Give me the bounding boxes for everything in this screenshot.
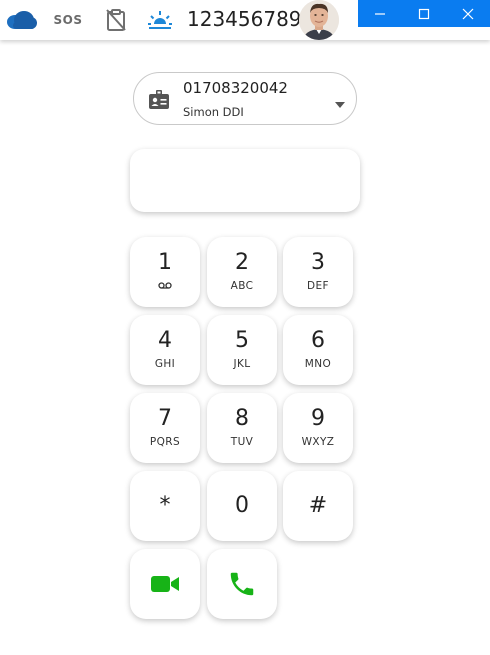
ddi-name: Simon DDI bbox=[183, 105, 244, 119]
key-3[interactable]: 3 DEF bbox=[283, 237, 353, 307]
key-2[interactable]: 2 ABC bbox=[207, 237, 277, 307]
ddi-number: 01708320042 bbox=[183, 79, 288, 97]
key-digit: 4 bbox=[158, 328, 172, 353]
key-digit: 7 bbox=[158, 406, 172, 431]
maximize-button[interactable] bbox=[402, 0, 446, 27]
chevron-down-icon bbox=[334, 96, 346, 114]
key-hash[interactable]: # bbox=[283, 471, 353, 541]
key-digit: 2 bbox=[235, 250, 249, 275]
window-controls bbox=[358, 0, 490, 27]
key-letters: MNO bbox=[304, 358, 332, 370]
close-icon bbox=[462, 8, 474, 19]
key-digit: 3 bbox=[311, 250, 325, 275]
key-digit: 8 bbox=[235, 406, 249, 431]
key-9[interactable]: 9 WXYZ bbox=[283, 393, 353, 463]
key-letters: GHI bbox=[154, 358, 176, 370]
key-star[interactable]: * bbox=[130, 471, 200, 541]
sos-label: SOS bbox=[53, 13, 83, 27]
key-6[interactable]: 6 MNO bbox=[283, 315, 353, 385]
key-letters: JKL bbox=[233, 358, 251, 370]
close-button[interactable] bbox=[446, 0, 490, 27]
cloud-icon[interactable] bbox=[4, 6, 38, 34]
extension-number: 123456789 bbox=[187, 7, 302, 31]
clipboard-off-icon[interactable] bbox=[104, 6, 128, 34]
key-digit: 5 bbox=[235, 328, 249, 353]
key-letters: ABC bbox=[230, 280, 254, 292]
avatar[interactable] bbox=[299, 0, 339, 40]
key-7[interactable]: 7 PQRS bbox=[130, 393, 200, 463]
key-digit: 1 bbox=[158, 250, 172, 275]
key-letters: WXYZ bbox=[301, 436, 335, 448]
minimize-icon bbox=[375, 12, 385, 15]
key-digit: * bbox=[159, 493, 171, 518]
key-digit: 0 bbox=[235, 493, 249, 518]
key-0[interactable]: 0 bbox=[207, 471, 277, 541]
phone-icon bbox=[230, 572, 254, 596]
key-4[interactable]: 4 GHI bbox=[130, 315, 200, 385]
sunrise-icon[interactable] bbox=[146, 6, 174, 34]
key-letters: PQRS bbox=[149, 436, 181, 448]
maximize-icon bbox=[418, 8, 430, 19]
key-5[interactable]: 5 JKL bbox=[207, 315, 277, 385]
voicemail-icon bbox=[158, 280, 172, 294]
video-call-button[interactable] bbox=[130, 549, 200, 619]
key-letters: DEF bbox=[307, 280, 329, 292]
id-badge-icon bbox=[148, 90, 170, 115]
voice-call-button[interactable] bbox=[207, 549, 277, 619]
ddi-selector[interactable]: 01708320042 Simon DDI bbox=[133, 72, 357, 125]
key-letters: TUV bbox=[230, 436, 254, 448]
key-1[interactable]: 1 bbox=[130, 237, 200, 307]
key-digit: 9 bbox=[311, 406, 325, 431]
key-digit: 6 bbox=[311, 328, 325, 353]
sos-button[interactable]: SOS bbox=[52, 6, 84, 34]
video-camera-icon bbox=[151, 576, 179, 592]
minimize-button[interactable] bbox=[358, 0, 402, 27]
number-display[interactable] bbox=[130, 149, 360, 212]
key-8[interactable]: 8 TUV bbox=[207, 393, 277, 463]
key-digit: # bbox=[308, 493, 328, 518]
